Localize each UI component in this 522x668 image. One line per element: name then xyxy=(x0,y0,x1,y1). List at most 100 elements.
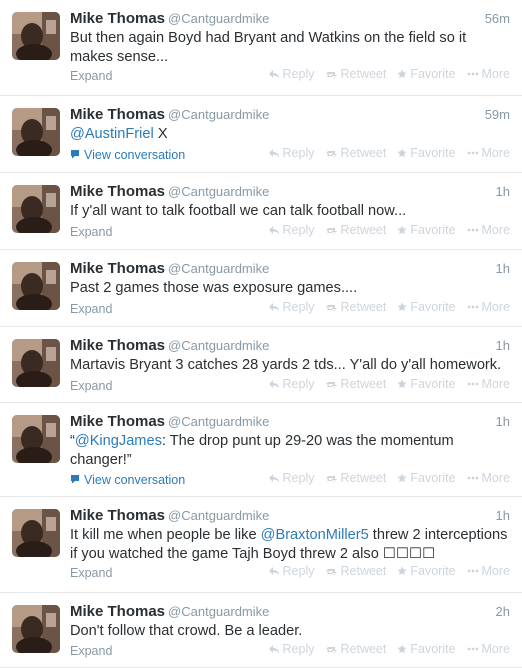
tweet-card[interactable]: Mike Thomas @Cantguardmike 2h Don't follow … xyxy=(0,593,522,668)
retweet-button[interactable]: Retweet xyxy=(325,223,386,237)
expand-link[interactable]: Expand xyxy=(70,566,112,580)
timestamp[interactable]: 1h xyxy=(496,338,510,353)
timestamp[interactable]: 59m xyxy=(485,107,510,122)
author-name[interactable]: Mike Thomas xyxy=(70,337,165,354)
view-conversation-link[interactable]: View conversation xyxy=(70,148,185,162)
timestamp[interactable]: 1h xyxy=(496,414,510,429)
favorite-button[interactable]: Favorite xyxy=(397,67,456,81)
author-name[interactable]: Mike Thomas xyxy=(70,106,165,123)
expand-link[interactable]: Expand xyxy=(70,69,112,83)
expand-link[interactable]: Expand xyxy=(70,644,112,658)
more-button[interactable]: More xyxy=(467,300,510,314)
avatar[interactable] xyxy=(12,339,60,387)
more-button[interactable]: More xyxy=(467,223,510,237)
tweet-header: Mike Thomas @Cantguardmike 1h xyxy=(70,183,510,201)
favorite-button[interactable]: Favorite xyxy=(397,471,456,485)
timestamp[interactable]: 1h xyxy=(496,508,510,523)
expand-link[interactable]: Expand xyxy=(70,225,112,239)
reply-label: Reply xyxy=(282,67,315,81)
tweet-text: Don't follow that crowd. Be a leader. xyxy=(70,622,510,641)
favorite-button[interactable]: Favorite xyxy=(397,300,456,314)
more-button[interactable]: More xyxy=(467,377,510,391)
more-label: More xyxy=(481,223,510,237)
expand-link[interactable]: Expand xyxy=(70,379,112,393)
expand-link[interactable]: Expand xyxy=(70,302,112,316)
tweet-header: Mike Thomas @Cantguardmike 1h xyxy=(70,413,510,431)
author-handle[interactable]: @Cantguardmike xyxy=(168,261,269,276)
author-name[interactable]: Mike Thomas xyxy=(70,10,165,27)
mention-link[interactable]: @AustinFriel xyxy=(70,126,154,142)
more-button[interactable]: More xyxy=(467,67,510,81)
reply-button[interactable]: Reply xyxy=(268,642,315,656)
reply-button[interactable]: Reply xyxy=(268,67,315,81)
author-name[interactable]: Mike Thomas xyxy=(70,183,165,200)
reply-button[interactable]: Reply xyxy=(268,564,315,578)
retweet-icon xyxy=(325,69,338,79)
avatar[interactable] xyxy=(12,262,60,310)
tweet-card[interactable]: Mike Thomas @Cantguardmike 1h Past 2 games … xyxy=(0,250,522,327)
author-handle[interactable]: @Cantguardmike xyxy=(168,107,269,122)
tweet-card[interactable]: Mike Thomas @Cantguardmike 1h “@KingJames: … xyxy=(0,403,522,497)
tweet-card[interactable]: Mike Thomas @Cantguardmike 1h It kill me wh… xyxy=(0,497,522,593)
reply-icon xyxy=(268,473,280,483)
more-button[interactable]: More xyxy=(467,471,510,485)
reply-button[interactable]: Reply xyxy=(268,146,315,160)
mention-link[interactable]: @BraxtonMiller5 xyxy=(261,527,369,543)
avatar[interactable] xyxy=(12,108,60,156)
more-button[interactable]: More xyxy=(467,642,510,656)
tweet-card[interactable]: Mike Thomas @Cantguardmike 1h Martavis Brya… xyxy=(0,327,522,403)
tweet-card[interactable]: Mike Thomas @Cantguardmike 56m But then aga… xyxy=(0,0,522,96)
favorite-button[interactable]: Favorite xyxy=(397,377,456,391)
retweet-icon xyxy=(325,225,338,235)
reply-button[interactable]: Reply xyxy=(268,223,315,237)
author-handle[interactable]: @Cantguardmike xyxy=(168,11,269,26)
author-name[interactable]: Mike Thomas xyxy=(70,413,165,430)
author-name[interactable]: Mike Thomas xyxy=(70,507,165,524)
timestamp[interactable]: 1h xyxy=(496,261,510,276)
timestamp[interactable]: 2h xyxy=(496,604,510,619)
retweet-button[interactable]: Retweet xyxy=(325,377,386,391)
reply-button[interactable]: Reply xyxy=(268,377,315,391)
author-handle[interactable]: @Cantguardmike xyxy=(168,508,269,523)
avatar[interactable] xyxy=(12,12,60,60)
more-label: More xyxy=(481,564,510,578)
author-handle[interactable]: @Cantguardmike xyxy=(168,604,269,619)
reply-button[interactable]: Reply xyxy=(268,471,315,485)
author-name[interactable]: Mike Thomas xyxy=(70,603,165,620)
retweet-button[interactable]: Retweet xyxy=(325,146,387,160)
author-handle[interactable]: @Cantguardmike xyxy=(168,184,269,199)
author-handle[interactable]: @Cantguardmike xyxy=(168,414,269,429)
retweet-button[interactable]: Retweet xyxy=(325,564,386,578)
favorite-button[interactable]: Favorite xyxy=(397,564,456,578)
reply-button[interactable]: Reply xyxy=(268,300,315,314)
reply-label: Reply xyxy=(282,300,315,314)
avatar[interactable] xyxy=(12,509,60,557)
conversation-icon xyxy=(70,473,80,487)
author-name[interactable]: Mike Thomas xyxy=(70,260,165,277)
avatar[interactable] xyxy=(12,185,60,233)
tweet-card[interactable]: Mike Thomas @Cantguardmike 1h If y'all want… xyxy=(0,173,522,250)
author-handle[interactable]: @Cantguardmike xyxy=(168,338,269,353)
view-conversation-link[interactable]: View conversation xyxy=(70,473,185,487)
tweet-card[interactable]: Mike Thomas @Cantguardmike 59m @AustinFriel… xyxy=(0,96,522,173)
tweet-text: But then again Boyd had Bryant and Watki… xyxy=(70,29,510,67)
favorite-button[interactable]: Favorite xyxy=(397,223,456,237)
more-button[interactable]: More xyxy=(467,564,510,578)
more-button[interactable]: More xyxy=(467,146,510,160)
mention-link[interactable]: @KingJames xyxy=(75,433,162,449)
favorite-button[interactable]: Favorite xyxy=(397,146,456,160)
timestamp[interactable]: 1h xyxy=(496,184,510,199)
retweet-button[interactable]: Retweet xyxy=(325,67,386,81)
avatar[interactable] xyxy=(12,415,60,463)
tweet-text: @AustinFriel X xyxy=(70,125,510,144)
favorite-label: Favorite xyxy=(410,377,456,391)
favorite-button[interactable]: Favorite xyxy=(397,642,456,656)
timestamp[interactable]: 56m xyxy=(485,11,510,26)
avatar[interactable] xyxy=(12,605,60,653)
more-label: More xyxy=(481,67,510,81)
retweet-button[interactable]: Retweet xyxy=(325,642,386,656)
retweet-button[interactable]: Retweet xyxy=(325,471,386,485)
retweet-button[interactable]: Retweet xyxy=(325,300,386,314)
retweet-label: Retweet xyxy=(340,146,387,160)
tweet-text: If y'all want to talk football we can ta… xyxy=(70,202,510,221)
